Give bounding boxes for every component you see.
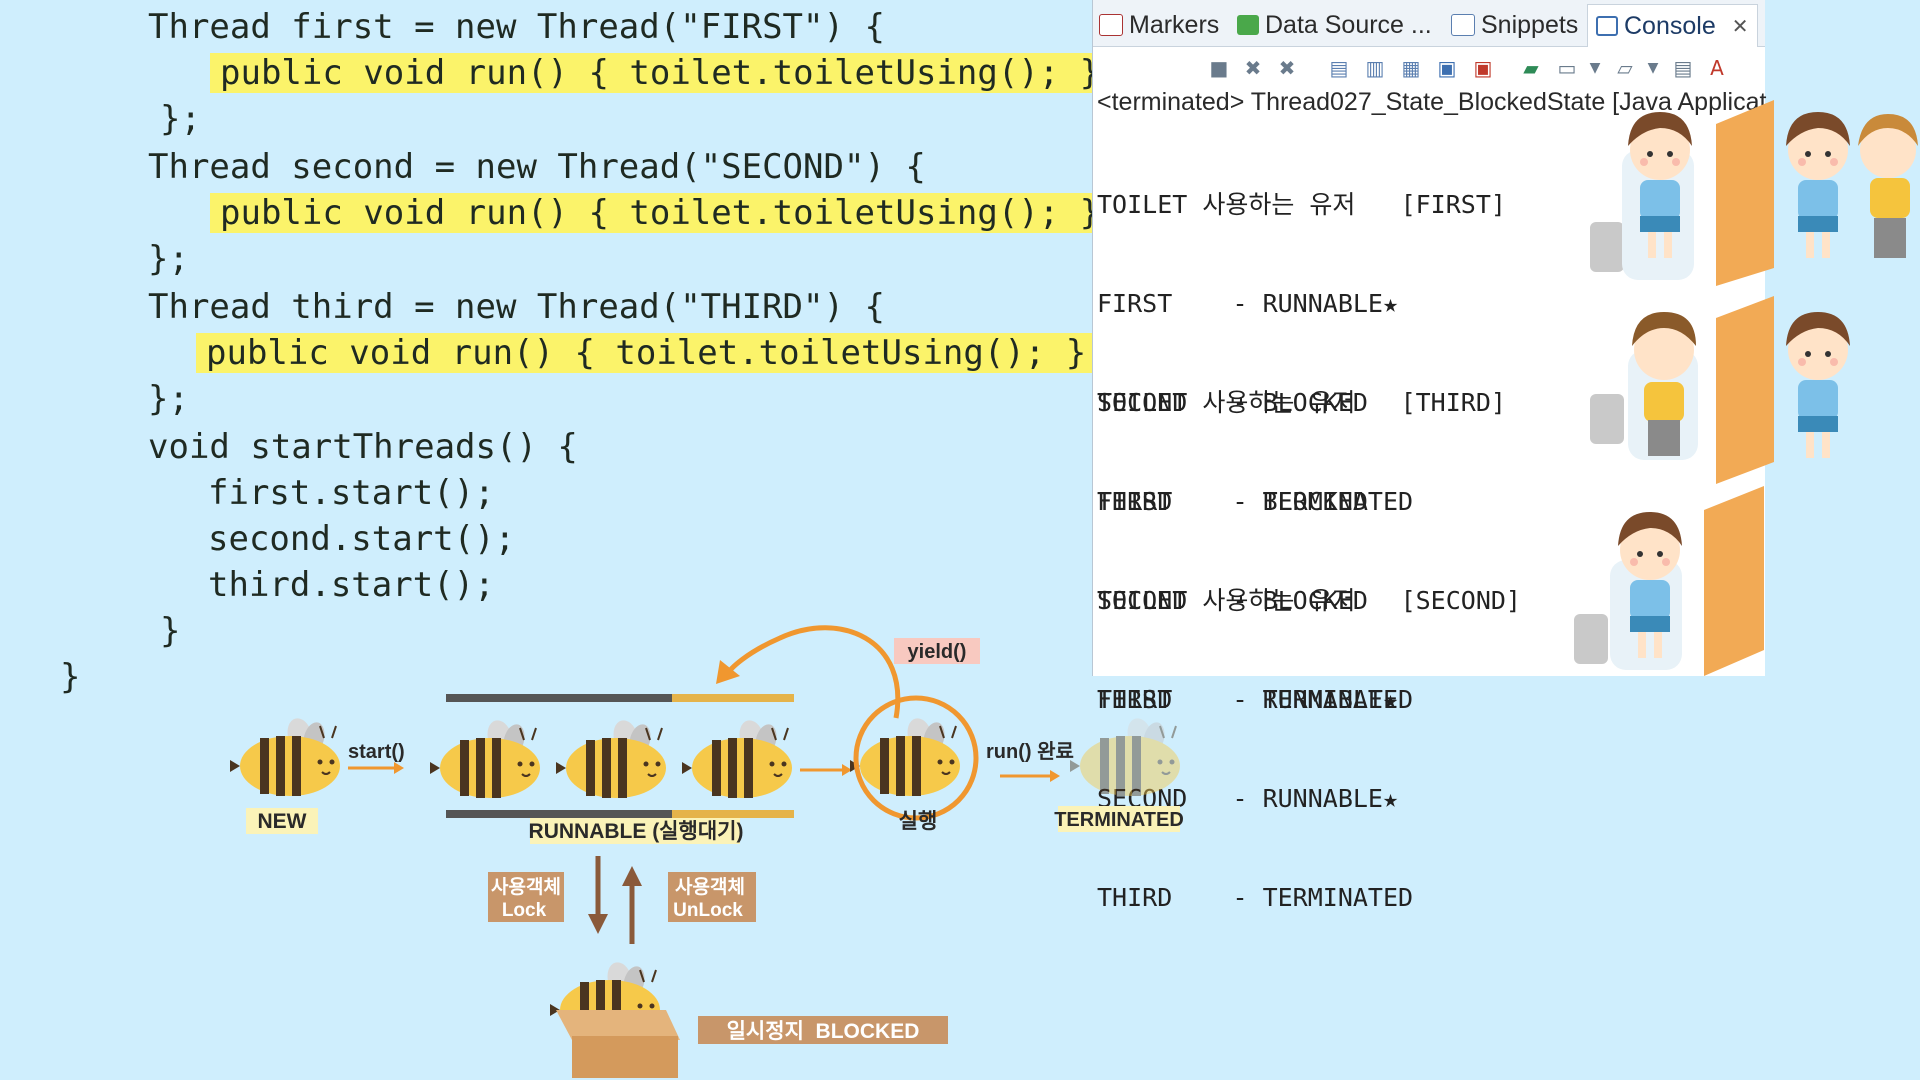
- box-icon: [556, 1010, 680, 1040]
- label-run-done: run() 완료: [986, 740, 1074, 763]
- label-unlock-2: UnLock: [673, 900, 743, 921]
- label-lock-2: Lock: [502, 900, 547, 921]
- arrow-head-icon: [1050, 770, 1060, 782]
- bee-terminated-icon: [1069, 714, 1181, 797]
- label-terminated: TERMINATED: [1054, 809, 1184, 831]
- arrow-head-icon: [394, 762, 404, 774]
- bee-runnable-icon: [429, 716, 541, 799]
- label-new: NEW: [258, 810, 307, 833]
- label-running: 실행: [899, 810, 938, 833]
- bee-runnable-icon: [555, 716, 667, 799]
- queue-bar: [446, 810, 672, 818]
- label-yield: yield(): [908, 641, 967, 663]
- box-icon: [572, 1036, 678, 1078]
- arrow-head-icon: [622, 866, 642, 886]
- arrow-head-icon: [588, 914, 608, 934]
- queue-bar: [672, 810, 794, 818]
- label-start: start(): [348, 741, 405, 763]
- thread-state-diagram: NEW start() RUNNABLE (실행대기) 실행 yield() r…: [229, 625, 1184, 1078]
- bee-new-icon: [229, 714, 341, 797]
- label-lock-1: 사용객체: [491, 876, 561, 898]
- yield-arrow-icon: [723, 625, 901, 719]
- label-runnable: RUNNABLE (실행대기): [529, 820, 744, 843]
- queue-bar: [446, 694, 672, 702]
- queue-bar: [672, 694, 794, 702]
- label-unlock-1: 사용객체: [675, 876, 745, 898]
- label-blocked: 일시정지 BLOCKED: [727, 1020, 920, 1043]
- bee-runnable-icon: [681, 716, 793, 799]
